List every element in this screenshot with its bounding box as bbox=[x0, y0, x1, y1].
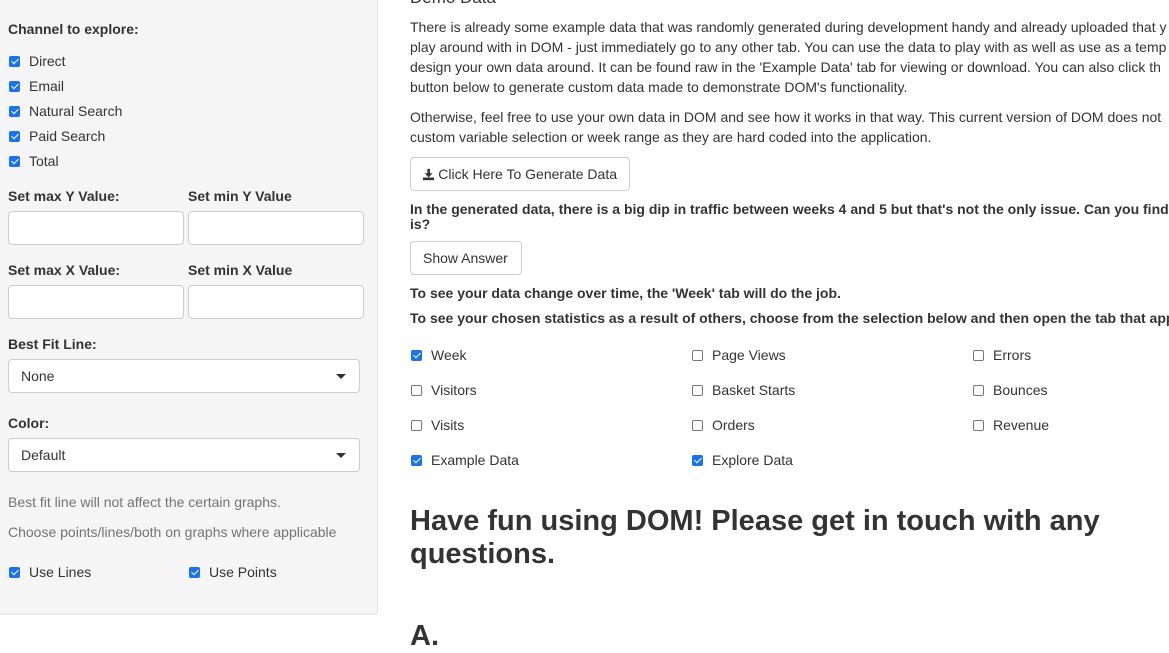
option-basket-starts-checkbox[interactable]: Basket Starts bbox=[692, 382, 795, 398]
fun-heading: Have fun using DOM! Please get in touch … bbox=[410, 505, 1100, 571]
checkbox-label: Explore Data bbox=[712, 452, 793, 468]
download-icon bbox=[423, 168, 435, 180]
heading-line: questions. bbox=[410, 538, 556, 570]
section-title: Demo Data bbox=[410, 0, 496, 8]
checkbox-label: Revenue bbox=[993, 417, 1050, 433]
checkbox-box[interactable] bbox=[9, 80, 20, 92]
best-fit-help-text: Best fit line will not affect the certai… bbox=[8, 494, 281, 510]
checkbox-label: Visits bbox=[431, 417, 465, 433]
checkbox-box[interactable] bbox=[411, 349, 422, 361]
checkbox-label: Example Data bbox=[431, 452, 519, 468]
checkbox-label: Use Lines bbox=[29, 564, 92, 580]
checkbox-box[interactable] bbox=[9, 566, 20, 578]
show-answer-label: Show Answer bbox=[423, 250, 508, 266]
own-data-paragraph: Otherwise, feel free to use your own dat… bbox=[410, 107, 1169, 147]
min-y-label: Set min Y Value bbox=[188, 188, 292, 204]
points-lines-help-text: Choose points/lines/both on graphs where… bbox=[8, 524, 337, 540]
checkbox-label: Errors bbox=[993, 347, 1032, 363]
paragraph-line: Otherwise, feel free to use your own dat… bbox=[410, 109, 1162, 125]
checkbox-label: Week bbox=[431, 347, 467, 363]
max-y-label: Set max Y Value: bbox=[8, 188, 120, 204]
option-visits-checkbox[interactable]: Visits bbox=[411, 417, 464, 433]
checkbox-label: Email bbox=[29, 78, 65, 94]
use-points-checkbox[interactable]: Use Points bbox=[189, 564, 277, 580]
option-page-views-checkbox[interactable]: Page Views bbox=[692, 347, 786, 363]
paragraph-line: custom variable selection or week range … bbox=[410, 129, 932, 145]
option-explore-data-checkbox[interactable]: Explore Data bbox=[692, 452, 793, 468]
chevron-down-icon bbox=[336, 453, 346, 458]
min-x-input[interactable] bbox=[188, 285, 364, 319]
option-visitors-checkbox[interactable]: Visitors bbox=[411, 382, 477, 398]
checkbox-box[interactable] bbox=[973, 349, 984, 361]
checkbox-label: Bounces bbox=[993, 382, 1048, 398]
checkbox-label: Direct bbox=[29, 53, 66, 69]
paragraph-line: There is already some example data that … bbox=[410, 19, 1167, 35]
channel-email-checkbox[interactable]: Email bbox=[9, 78, 64, 94]
checkbox-box[interactable] bbox=[9, 55, 20, 67]
best-fit-select[interactable]: None bbox=[8, 359, 360, 393]
intro-paragraph: There is already some example data that … bbox=[410, 17, 1169, 97]
checkbox-box[interactable] bbox=[692, 419, 703, 431]
checkbox-label: Total bbox=[29, 153, 59, 169]
checkbox-label: Page Views bbox=[712, 347, 786, 363]
checkbox-box[interactable] bbox=[9, 105, 20, 117]
checkbox-box[interactable] bbox=[9, 130, 20, 142]
checkbox-box[interactable] bbox=[692, 349, 703, 361]
generate-data-label: Click Here To Generate Data bbox=[438, 166, 617, 182]
use-lines-checkbox[interactable]: Use Lines bbox=[9, 564, 91, 580]
checkbox-box[interactable] bbox=[692, 384, 703, 396]
generate-data-button[interactable]: Click Here To Generate Data bbox=[410, 157, 630, 191]
checkbox-label: Natural Search bbox=[29, 103, 123, 119]
checkbox-box[interactable] bbox=[692, 454, 703, 466]
channel-total-checkbox[interactable]: Total bbox=[9, 153, 59, 169]
option-errors-checkbox[interactable]: Errors bbox=[973, 347, 1031, 363]
statistics-hint: To see your chosen statistics as a resul… bbox=[410, 310, 1169, 326]
best-fit-value: None bbox=[21, 368, 55, 384]
best-fit-label: Best Fit Line: bbox=[8, 336, 97, 352]
channel-natural-search-checkbox[interactable]: Natural Search bbox=[9, 103, 122, 119]
option-orders-checkbox[interactable]: Orders bbox=[692, 417, 755, 433]
min-y-input[interactable] bbox=[188, 211, 364, 245]
min-x-label: Set min X Value bbox=[188, 262, 293, 278]
checkbox-label: Basket Starts bbox=[712, 382, 796, 398]
channel-direct-checkbox[interactable]: Direct bbox=[9, 53, 66, 69]
paragraph-line: play around with in DOM - just immediate… bbox=[410, 39, 1167, 55]
checkbox-box[interactable] bbox=[973, 419, 984, 431]
answer-heading: A. bbox=[410, 620, 439, 652]
week-tab-hint: To see your data change over time, the '… bbox=[410, 285, 841, 301]
checkbox-box[interactable] bbox=[411, 384, 422, 396]
question-text-line1: In the generated data, there is a big di… bbox=[410, 201, 1169, 217]
option-revenue-checkbox[interactable]: Revenue bbox=[973, 417, 1049, 433]
checkbox-box[interactable] bbox=[411, 419, 422, 431]
checkbox-label: Orders bbox=[712, 417, 755, 433]
checkbox-box[interactable] bbox=[9, 155, 20, 167]
question-text-line2: is? bbox=[410, 216, 431, 232]
checkbox-label: Paid Search bbox=[29, 128, 106, 144]
color-select[interactable]: Default bbox=[8, 438, 360, 472]
checkbox-label: Visitors bbox=[431, 382, 477, 398]
checkbox-box[interactable] bbox=[411, 454, 422, 466]
channel-paid-search-checkbox[interactable]: Paid Search bbox=[9, 128, 105, 144]
show-answer-button[interactable]: Show Answer bbox=[410, 241, 522, 275]
color-label: Color: bbox=[8, 415, 50, 431]
checkbox-box[interactable] bbox=[973, 384, 984, 396]
option-bounces-checkbox[interactable]: Bounces bbox=[973, 382, 1047, 398]
heading-line: Have fun using DOM! Please get in touch … bbox=[410, 505, 1100, 537]
option-example-data-checkbox[interactable]: Example Data bbox=[411, 452, 519, 468]
option-week-checkbox[interactable]: Week bbox=[411, 347, 467, 363]
paragraph-line: button below to generate custom data mad… bbox=[410, 79, 908, 95]
checkbox-box[interactable] bbox=[189, 566, 200, 578]
color-value: Default bbox=[21, 447, 66, 463]
max-x-label: Set max X Value: bbox=[8, 262, 121, 278]
checkbox-label: Use Points bbox=[209, 564, 277, 580]
max-y-input[interactable] bbox=[8, 211, 184, 245]
paragraph-line: design your own data around. It can be f… bbox=[410, 59, 1161, 75]
chevron-down-icon bbox=[336, 374, 346, 379]
channel-label: Channel to explore: bbox=[8, 21, 139, 37]
max-x-input[interactable] bbox=[8, 285, 184, 319]
